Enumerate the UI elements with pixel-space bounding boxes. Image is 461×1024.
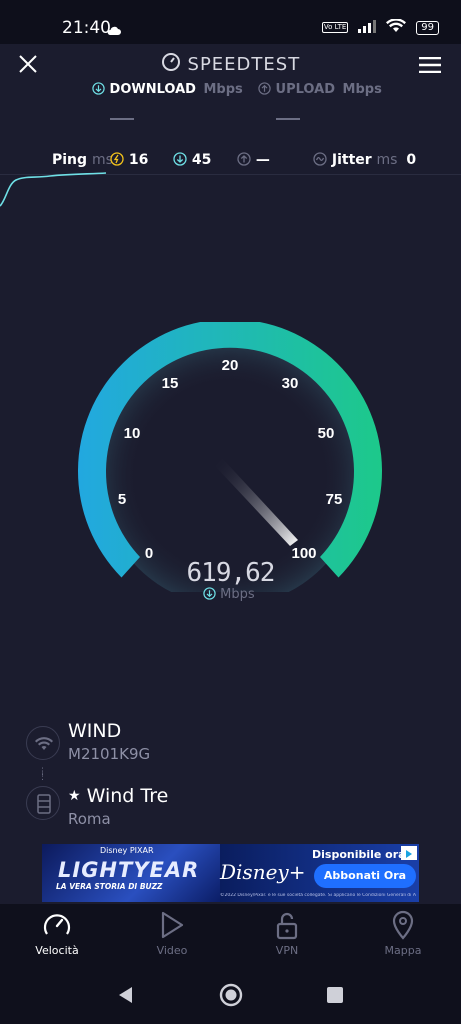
wifi-icon bbox=[386, 18, 407, 37]
connector-dots: ⋮ ⋮ bbox=[38, 767, 47, 782]
speedometer-icon bbox=[17, 904, 97, 940]
ad-brand-top: Disney PIXAR bbox=[100, 846, 154, 855]
bottom-nav: Velocità Video VPN Mappa bbox=[0, 904, 461, 964]
app-header: SPEEDTEST DOWNLOAD Mbps UPLOAD Mbps bbox=[0, 44, 461, 164]
cloud-icon bbox=[107, 21, 121, 40]
speed-gauge: 0 5 10 15 20 30 50 75 100 bbox=[76, 319, 386, 606]
status-bar: 21:40 Vo LTE 99 bbox=[0, 0, 461, 44]
battery-icon: 99 bbox=[416, 20, 439, 35]
signal-icon bbox=[358, 18, 377, 37]
ad-cta-button[interactable]: Abbonati Ora bbox=[314, 864, 416, 888]
tab-download-unit: Mbps bbox=[203, 82, 243, 97]
nav-label: Mappa bbox=[384, 944, 422, 957]
wifi-connection-icon bbox=[26, 726, 60, 760]
ping-label: Ping ms bbox=[52, 152, 113, 168]
upload-arrow-icon bbox=[237, 152, 251, 166]
nav-label: VPN bbox=[275, 944, 299, 957]
upload-arrow-icon bbox=[258, 82, 271, 95]
map-pin-icon bbox=[363, 904, 443, 940]
recents-icon[interactable] bbox=[327, 987, 343, 1007]
nav-mappa[interactable]: Mappa bbox=[363, 904, 443, 957]
device-model: M2101K9G bbox=[68, 745, 151, 763]
ad-disney-panel: Disponibile ora Disney+ Abbonati Ora ©20… bbox=[220, 844, 419, 902]
tab-upload-unit: Mbps bbox=[342, 82, 382, 97]
tab-upload[interactable]: UPLOAD Mbps bbox=[258, 82, 382, 97]
download-arrow-icon bbox=[92, 82, 105, 95]
nav-video[interactable]: Video bbox=[132, 904, 212, 957]
gauge-tick-label: 75 bbox=[326, 491, 343, 508]
gauge-tick-label: 10 bbox=[124, 425, 141, 442]
server-icon bbox=[26, 786, 60, 820]
latency-row: Ping ms 16 45 — Jitter ms 0 bbox=[0, 152, 461, 172]
gauge-tick-label: 50 bbox=[318, 425, 335, 442]
server-location: Roma bbox=[68, 810, 111, 828]
tab-download[interactable]: DOWNLOAD Mbps bbox=[92, 82, 243, 97]
volte-icon: Vo LTE bbox=[321, 22, 349, 33]
ad-banner[interactable]: Disney PIXAR LIGHTYEAR LA VERA STORIA DI… bbox=[42, 844, 419, 902]
hamburger-menu-icon[interactable] bbox=[419, 56, 441, 77]
back-icon[interactable] bbox=[116, 985, 134, 1009]
lightning-icon bbox=[110, 152, 124, 166]
home-icon[interactable] bbox=[219, 983, 243, 1011]
gauge-tick-label: 5 bbox=[118, 491, 126, 508]
nav-velocita[interactable]: Velocità bbox=[17, 904, 97, 957]
nav-label: Velocità bbox=[35, 944, 79, 957]
speed-reading: 619,62 bbox=[186, 558, 276, 588]
ad-disney-plus-logo: Disney+ bbox=[220, 860, 306, 884]
server-name: Wind Tre bbox=[86, 785, 169, 807]
speed-reading-unit: Mbps bbox=[203, 587, 255, 602]
speedometer-logo-icon bbox=[161, 53, 188, 77]
title-text: SPEEDTEST bbox=[187, 54, 301, 75]
download-placeholder-dash bbox=[110, 118, 134, 120]
app-title: SPEEDTEST bbox=[0, 52, 461, 77]
gauge-tick-label: 30 bbox=[282, 375, 299, 392]
unlock-icon bbox=[247, 904, 327, 940]
ping-value: 16 bbox=[110, 152, 148, 168]
ad-movie-title: LIGHTYEAR bbox=[58, 858, 200, 882]
tab-download-label: DOWNLOAD bbox=[109, 82, 196, 97]
jitter-label: Jitter ms 0 bbox=[313, 152, 416, 168]
clock: 21:40 bbox=[62, 18, 111, 38]
tab-upload-label: UPLOAD bbox=[275, 82, 335, 97]
server-name-row[interactable]: ★ Wind Tre bbox=[68, 785, 168, 807]
ad-fineprint: ©2022 Disney/Pixar. e le sue società col… bbox=[220, 893, 416, 898]
network-name: WIND bbox=[68, 720, 122, 742]
download-latency: 45 bbox=[173, 152, 211, 168]
system-nav-bar bbox=[0, 964, 461, 1024]
adchoices-icon[interactable] bbox=[401, 846, 417, 860]
ad-movie-subtitle: LA VERA STORIA DI BUZZ bbox=[56, 882, 163, 891]
play-icon bbox=[132, 904, 212, 940]
gauge-tick-label: 20 bbox=[222, 357, 239, 374]
upload-placeholder-dash bbox=[276, 118, 300, 120]
gauge-tick-label: 15 bbox=[162, 375, 179, 392]
download-arrow-icon bbox=[173, 152, 187, 166]
jitter-wave-icon bbox=[313, 152, 327, 166]
download-arrow-icon bbox=[203, 587, 216, 600]
upload-latency: — bbox=[237, 152, 270, 168]
nav-vpn[interactable]: VPN bbox=[247, 904, 327, 957]
nav-label: Video bbox=[156, 944, 188, 957]
speed-graph-line bbox=[0, 172, 107, 207]
ad-available-text: Disponibile ora bbox=[312, 848, 406, 861]
ad-movie-artwork: Disney PIXAR LIGHTYEAR LA VERA STORIA DI… bbox=[42, 844, 220, 902]
star-icon: ★ bbox=[68, 788, 81, 804]
